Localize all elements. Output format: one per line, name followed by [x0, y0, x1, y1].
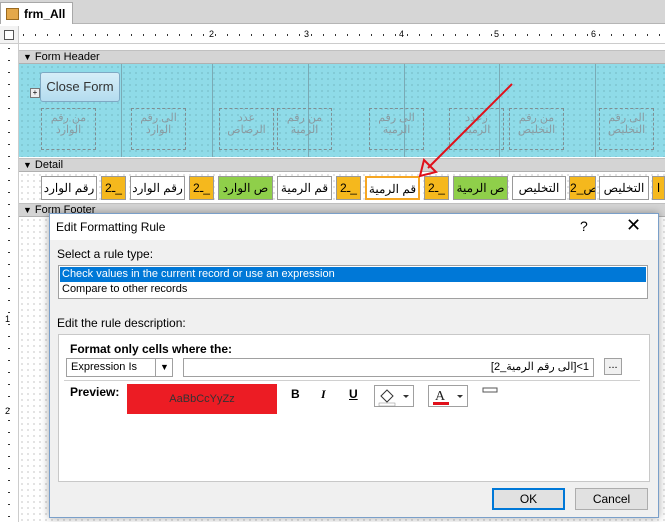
- font-color-icon: A: [433, 389, 463, 405]
- rule-type-item[interactable]: Check values in the current record or us…: [60, 267, 646, 282]
- divider: [64, 380, 640, 381]
- preview-sample: AaBbCcYyZz: [127, 384, 277, 414]
- underline-button[interactable]: U: [349, 387, 358, 401]
- close-icon[interactable]: ✕: [626, 215, 641, 236]
- dialog-titlebar[interactable]: Edit Formatting Rule ? ✕: [50, 214, 658, 240]
- condition-value: Expression Is: [71, 361, 138, 373]
- cancel-button[interactable]: Cancel: [575, 488, 648, 510]
- rule-type-label: Select a rule type:: [57, 247, 154, 261]
- rule-type-item[interactable]: Compare to other records: [60, 282, 646, 297]
- fill-color-button[interactable]: [374, 385, 414, 407]
- expression-builder-button[interactable]: ...: [604, 358, 622, 375]
- help-icon[interactable]: ?: [580, 218, 588, 234]
- condition-select[interactable]: Expression Is ▼: [66, 358, 173, 377]
- edit-formatting-rule-dialog: Edit Formatting Rule ? ✕ Select a rule t…: [49, 213, 659, 518]
- clear-format-icon[interactable]: [482, 387, 498, 397]
- chevron-down-icon[interactable]: ▼: [155, 359, 173, 376]
- font-color-button[interactable]: A: [428, 385, 468, 407]
- bold-button[interactable]: B: [291, 387, 300, 401]
- expression-input[interactable]: [الى رقم الرمية_2]<1: [183, 358, 594, 377]
- italic-button[interactable]: I: [321, 387, 326, 402]
- ok-button[interactable]: OK: [492, 488, 565, 510]
- format-only-label: Format only cells where the:: [70, 342, 233, 356]
- rule-type-list[interactable]: Check values in the current record or us…: [58, 265, 648, 299]
- svg-text:A: A: [435, 389, 446, 404]
- rule-description-label: Edit the rule description:: [57, 316, 186, 330]
- dialog-title: Edit Formatting Rule: [56, 220, 166, 234]
- fill-bucket-icon: [378, 389, 409, 407]
- rule-description-panel: Format only cells where the: Expression …: [58, 334, 650, 482]
- preview-label: Preview:: [70, 385, 120, 399]
